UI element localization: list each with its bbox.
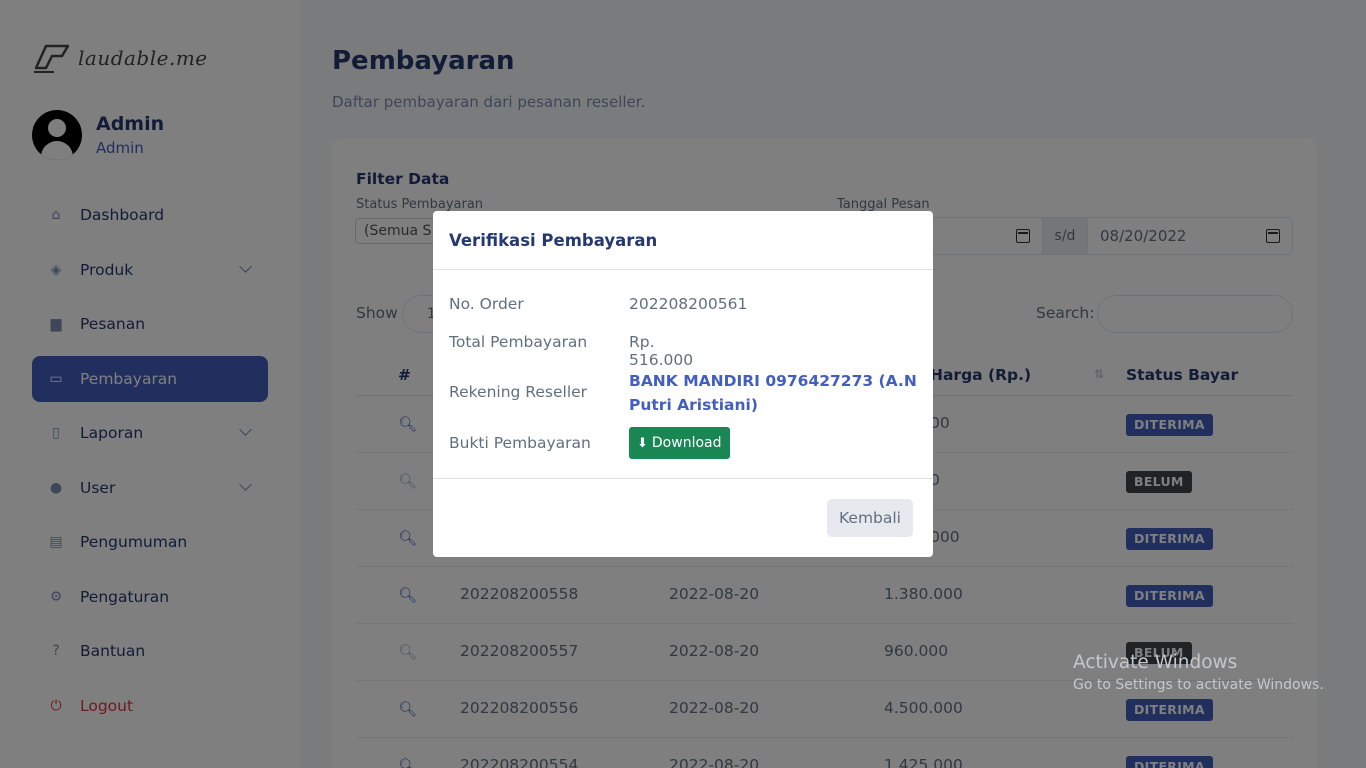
total-label: Total Pembayaran	[449, 333, 588, 351]
account-row: Rekening Reseller BANK MANDIRI 097642727…	[449, 372, 917, 414]
order-value: 202208200561	[629, 295, 748, 313]
account-label: Rekening Reseller	[449, 383, 588, 401]
modal-footer: Kembali	[433, 478, 933, 557]
order-label: No. Order	[449, 295, 524, 313]
proof-row: Bukti Pembayaran ⬇ Download	[449, 427, 929, 461]
modal-title: Verifikasi Pembayaran	[433, 211, 933, 270]
download-icon: ⬇	[637, 435, 648, 451]
watermark-text: Go to Settings to activate Windows.	[1073, 677, 1324, 693]
total-value: Rp. 516.000	[629, 333, 694, 369]
download-label: Download	[651, 435, 722, 451]
watermark-title: Activate Windows	[1073, 652, 1238, 673]
proof-label: Bukti Pembayaran	[449, 434, 591, 452]
download-button[interactable]: ⬇ Download	[629, 427, 730, 459]
total-row: Total Pembayaran Rp. 516.000	[449, 333, 693, 369]
verification-modal: Verifikasi Pembayaran No. Order 20220820…	[433, 211, 933, 557]
account-value: BANK MANDIRI 0976427273 (A.N Putri Arist…	[629, 372, 917, 414]
back-button[interactable]: Kembali	[827, 499, 913, 537]
order-row: No. Order 202208200561	[449, 295, 747, 313]
windows-activation-watermark: Activate Windows Go to Settings to activ…	[1073, 652, 1324, 693]
